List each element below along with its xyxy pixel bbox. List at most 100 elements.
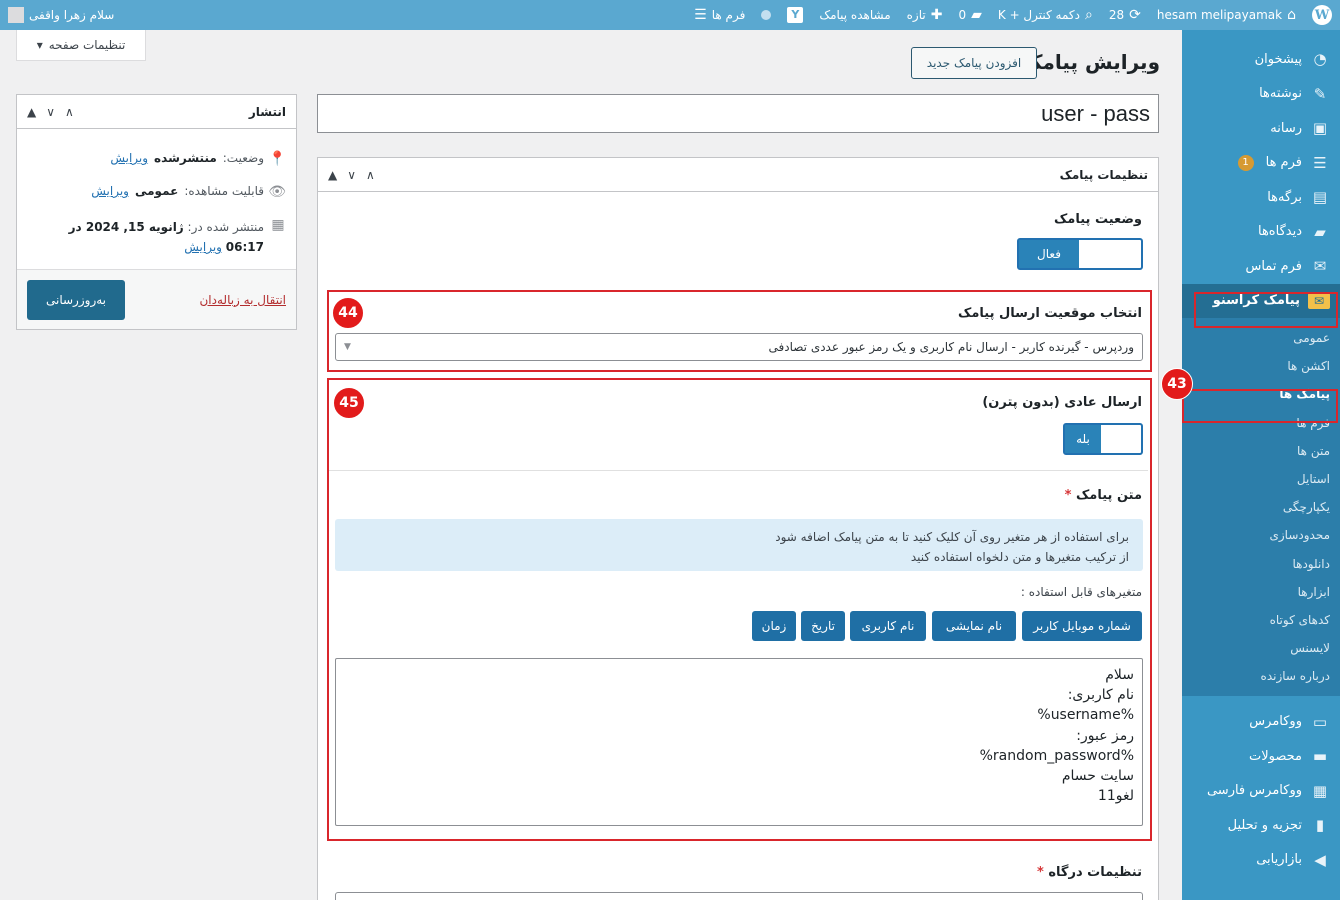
- move-to-trash-link[interactable]: انتقال به زباله‌دان: [199, 293, 286, 307]
- message-line: سایت حسام: [1061, 768, 1134, 785]
- sidebar-item-pages[interactable]: ▤ برگه‌ها: [1182, 180, 1340, 215]
- forms-label: فرم ها: [711, 8, 746, 22]
- submenu-license[interactable]: لایسنس: [1182, 634, 1340, 662]
- annotation-45: 45: [333, 387, 365, 419]
- chevron-down-icon[interactable]: ∨: [46, 105, 55, 119]
- postbox-controls: ▲ ∨ ∧: [328, 168, 375, 182]
- submenu-style[interactable]: استایل: [1182, 465, 1340, 493]
- command-palette-menu[interactable]: ⌕ دکمه کنترل + K: [990, 0, 1101, 30]
- submenu-about[interactable]: درباره سازنده: [1182, 662, 1340, 690]
- status-dot-menu[interactable]: [753, 0, 779, 30]
- gateway-field[interactable]: [335, 892, 1143, 900]
- move-up-icon[interactable]: ▲: [328, 168, 337, 182]
- calendar-icon: ▦: [271, 217, 285, 233]
- submenu-shortcodes[interactable]: کدهای کوتاه: [1182, 606, 1340, 634]
- var-button-time[interactable]: زمان: [752, 611, 796, 641]
- updates-menu[interactable]: ⟳ 28: [1101, 0, 1149, 30]
- message-label-text: متن پیامک: [1075, 488, 1142, 503]
- sidebar-item-comments[interactable]: ▰ دیدگاه‌ها: [1182, 215, 1340, 250]
- sidebar-item-label: فرم تماس: [1245, 258, 1302, 274]
- var-button-display-name[interactable]: نام نمایشی: [932, 611, 1016, 641]
- message-label: متن پیامک *: [1065, 488, 1142, 503]
- forms-count-badge: 1: [1237, 154, 1254, 171]
- chevron-up-icon[interactable]: ∧: [65, 105, 74, 119]
- submenu-forms[interactable]: فرم ها: [1182, 409, 1340, 437]
- sidebar-item-analytics[interactable]: ▮ تجزیه و تحلیل: [1182, 808, 1340, 843]
- required-asterisk: *: [1064, 488, 1072, 503]
- submenu-general[interactable]: عمومی: [1182, 324, 1340, 352]
- yoast-menu[interactable]: Y: [779, 0, 811, 30]
- comments-count: 0: [958, 8, 967, 22]
- chevron-down-icon[interactable]: ∨: [347, 168, 356, 182]
- normal-send-label: ارسال عادی (بدون پترن): [982, 395, 1142, 410]
- published-label: منتشر شده در:: [187, 220, 264, 234]
- search-icon: ⌕: [1084, 7, 1093, 23]
- message-line: رمز عبور:: [1076, 727, 1134, 744]
- my-account-menu[interactable]: سلام زهرا واقفی: [0, 0, 122, 30]
- add-new-sms-button[interactable]: افزودن پیامک جدید: [911, 47, 1037, 79]
- submenu-texts[interactable]: متن ها: [1182, 437, 1340, 465]
- toggle-knob: [1101, 425, 1141, 453]
- submenu-actions[interactable]: اکشن ها: [1182, 352, 1340, 380]
- post-title-input[interactable]: [317, 94, 1159, 133]
- normal-send-toggle[interactable]: بله: [1063, 423, 1143, 455]
- sidebar-item-contact-form[interactable]: ✉ فرم تماس: [1182, 249, 1340, 284]
- var-button-mobile[interactable]: شماره موبایل کاربر: [1022, 611, 1142, 641]
- sms-message-textarea[interactable]: سلام نام کاربری: %username% رمز عبور: %r…: [335, 658, 1143, 826]
- gateway-label-text: تنظیمات درگاه: [1048, 865, 1142, 880]
- publish-actions: انتقال به زباله‌دان به‌روزرسانی: [17, 269, 296, 329]
- sidebar-item-marketing[interactable]: ◀ بازاریابی: [1182, 842, 1340, 877]
- sidebar-item-forms[interactable]: ☰ فرم ها 1: [1182, 146, 1340, 181]
- submenu-downloads[interactable]: دانلودها: [1182, 550, 1340, 578]
- var-button-date[interactable]: تاریخ: [801, 611, 845, 641]
- products-icon: ▬: [1312, 747, 1328, 766]
- required-asterisk: *: [1037, 865, 1044, 880]
- sidebar-item-woocommerce[interactable]: ▭ ووکامرس: [1182, 704, 1340, 739]
- sidebar-item-label: برگه‌ها: [1267, 189, 1302, 205]
- comments-menu[interactable]: ▰ 0: [950, 0, 989, 30]
- yoast-icon: Y: [787, 7, 804, 23]
- sms-status-toggle[interactable]: فعال: [1017, 238, 1143, 270]
- eye-icon: 👁: [268, 184, 286, 200]
- edit-date-link[interactable]: ویرایش: [184, 240, 222, 254]
- submenu-tools[interactable]: ابزارها: [1182, 578, 1340, 606]
- variables-info-box: برای استفاده از هر متغیر روی آن کلیک کنی…: [335, 519, 1143, 571]
- move-up-icon[interactable]: ▲: [27, 105, 36, 119]
- submenu-limits[interactable]: محدودسازی: [1182, 521, 1340, 549]
- update-button[interactable]: به‌روزرسانی: [27, 279, 125, 320]
- edit-visibility-link[interactable]: ویرایش: [91, 184, 129, 198]
- chevron-up-icon[interactable]: ∧: [366, 168, 375, 182]
- annotation-43: 43: [1161, 368, 1193, 400]
- view-sms-menu[interactable]: مشاهده پیامک: [811, 0, 898, 30]
- comments-icon: ▰: [1314, 222, 1326, 241]
- comment-icon: ▰: [971, 7, 982, 23]
- sidebar-item-posts[interactable]: ✎ نوشته‌ها: [1182, 77, 1340, 112]
- sidebar-item-products[interactable]: ▬ محصولات: [1182, 739, 1340, 774]
- message-line: %random_password%: [979, 747, 1134, 764]
- sidebar-item-media[interactable]: ▣ رسانه: [1182, 111, 1340, 146]
- pages-icon: ▤: [1312, 188, 1328, 207]
- edit-status-link[interactable]: ویرایش: [110, 151, 148, 165]
- submenu-integration[interactable]: یکپارچگی: [1182, 493, 1340, 521]
- location-select[interactable]: وردپرس - گیرنده کاربر - ارسال نام کاربری…: [335, 333, 1143, 361]
- megaphone-icon: ◀: [1314, 850, 1326, 869]
- new-content-menu[interactable]: ✚ تازه: [899, 0, 951, 30]
- dashboard-icon: ◔: [1313, 50, 1327, 69]
- screen-options-toggle[interactable]: تنظیمات صفحه ▾: [16, 30, 146, 61]
- var-button-username[interactable]: نام کاربری: [850, 611, 926, 641]
- sidebar-item-label: محصولات: [1249, 748, 1302, 764]
- forms-menu[interactable]: فرم ها ☰: [686, 0, 753, 30]
- sidebar-item-dashboard[interactable]: ◔ پیشخوان: [1182, 42, 1340, 77]
- sidebar-item-persian-woo[interactable]: ▦ ووکامرس فارسی: [1182, 773, 1340, 808]
- submenu-sms[interactable]: پیامک ها: [1182, 380, 1340, 408]
- home-icon: ⌂: [1287, 7, 1296, 23]
- updates-icon: ⟳: [1129, 7, 1141, 23]
- sidebar-item-label: ووکامرس فارسی: [1206, 783, 1302, 799]
- publish-box-header: انتشار ▲ ∨ ∧: [17, 95, 296, 129]
- sidebar-item-krasno-sms[interactable]: ✉ پیامک کراسنو: [1182, 283, 1340, 318]
- wp-logo-menu[interactable]: W: [1304, 0, 1340, 30]
- toggle-knob: [1079, 240, 1141, 268]
- published-time: 06:17: [225, 240, 264, 254]
- site-name-menu[interactable]: ⌂ hesam melipayamak: [1149, 0, 1304, 30]
- admin-bar: W ⌂ hesam melipayamak ⟳ 28 ⌕ دکمه کنترل + K…: [0, 0, 1340, 30]
